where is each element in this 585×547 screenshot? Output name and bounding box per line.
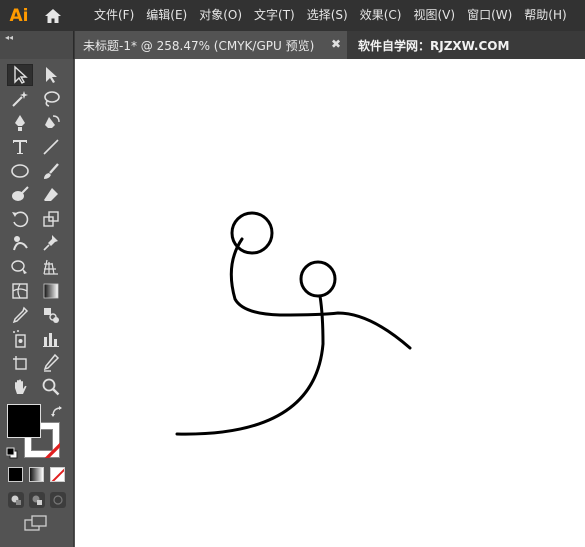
draw-inside-icon[interactable] (50, 492, 66, 508)
artwork-body-path (175, 294, 325, 436)
none-slash-icon (51, 468, 64, 481)
artboard-tool-icon[interactable] (7, 352, 33, 374)
menu-file[interactable]: 文件(F) (88, 0, 140, 31)
menu-type[interactable]: 文字(T) (248, 0, 301, 31)
main-menu: 文件(F) 编辑(E) 对象(O) 文字(T) 选择(S) 效果(C) 视图(V… (88, 0, 573, 31)
type-tool-icon[interactable] (7, 136, 33, 158)
selection-tool-icon[interactable] (7, 64, 33, 86)
color-mode-button[interactable] (8, 467, 23, 482)
menu-select[interactable]: 选择(S) (301, 0, 354, 31)
zoom-tool-icon[interactable] (38, 376, 64, 398)
lasso-tool-icon[interactable] (38, 88, 64, 110)
scale-tool-icon[interactable] (38, 208, 64, 230)
eraser-tool-icon[interactable] (38, 184, 64, 206)
artwork-head-circle (299, 260, 337, 298)
menu-view[interactable]: 视图(V) (407, 0, 461, 31)
shape-builder-tool-icon[interactable] (7, 256, 33, 278)
menu-object[interactable]: 对象(O) (193, 0, 248, 31)
symbol-sprayer-tool-icon[interactable] (7, 328, 33, 350)
swap-fill-stroke-icon[interactable] (50, 404, 64, 418)
eyedropper-tool-icon[interactable] (7, 304, 33, 326)
blend-tool-icon[interactable] (38, 304, 64, 326)
draw-behind-icon[interactable] (29, 492, 45, 508)
home-icon[interactable] (38, 0, 68, 31)
default-fill-stroke-icon[interactable] (6, 444, 18, 459)
mesh-tool-icon[interactable] (7, 280, 33, 302)
draw-normal-icon[interactable] (8, 492, 24, 508)
paintbrush-tool-icon[interactable] (38, 160, 64, 182)
artboard-canvas[interactable] (75, 59, 585, 547)
puppet-warp-tool-icon[interactable] (7, 232, 33, 254)
close-icon[interactable]: ✖ (331, 37, 341, 51)
none-mode-button[interactable] (50, 467, 65, 482)
menu-window[interactable]: 窗口(W) (461, 0, 518, 31)
column-graph-tool-icon[interactable] (38, 328, 64, 350)
panel-collapse-button[interactable]: ◂◂ (0, 31, 74, 59)
perspective-grid-tool-icon[interactable] (38, 256, 64, 278)
ellipse-tool-icon[interactable] (7, 160, 33, 182)
pen-tool-icon[interactable] (7, 112, 33, 134)
direct-selection-tool-icon[interactable] (38, 64, 64, 86)
tools-panel (0, 59, 74, 547)
tab-document-title: 未标题-1* @ 258.47% (CMYK/GPU 预览) (83, 38, 315, 53)
curvature-tool-icon[interactable] (38, 112, 64, 134)
document-tab-strip: ◂◂ 未标题-1* @ 258.47% (CMYK/GPU 预览) ✖ 软件自学… (0, 31, 585, 59)
app-logo: Ai (9, 5, 29, 26)
tab-site-watermark: 软件自学网：RJZXW.COM (358, 38, 510, 53)
magic-wand-tool-icon[interactable] (7, 88, 33, 110)
stick-figure-artwork (175, 211, 412, 436)
menu-edit[interactable]: 编辑(E) (140, 0, 193, 31)
rotate-tool-icon[interactable] (7, 208, 33, 230)
menu-bar: Ai 文件(F) 编辑(E) 对象(O) 文字(T) 选择(S) 效果(C) 视… (0, 0, 585, 31)
tab-document[interactable]: 未标题-1* @ 258.47% (CMYK/GPU 预览) ✖ (75, 31, 347, 59)
screen-mode-icon[interactable] (24, 515, 48, 531)
line-segment-tool-icon[interactable] (38, 136, 64, 158)
fill-color-swatch[interactable] (7, 404, 41, 438)
artwork-arm-path (229, 237, 412, 350)
pin-tool-icon[interactable] (38, 232, 64, 254)
gradient-tool-icon[interactable] (38, 280, 64, 302)
slice-tool-icon[interactable] (38, 352, 64, 374)
menu-help[interactable]: 帮助(H) (518, 0, 572, 31)
gradient-mode-button[interactable] (29, 467, 44, 482)
hand-tool-icon[interactable] (7, 376, 33, 398)
menu-effect[interactable]: 效果(C) (354, 0, 408, 31)
shaper-tool-icon[interactable] (7, 184, 33, 206)
